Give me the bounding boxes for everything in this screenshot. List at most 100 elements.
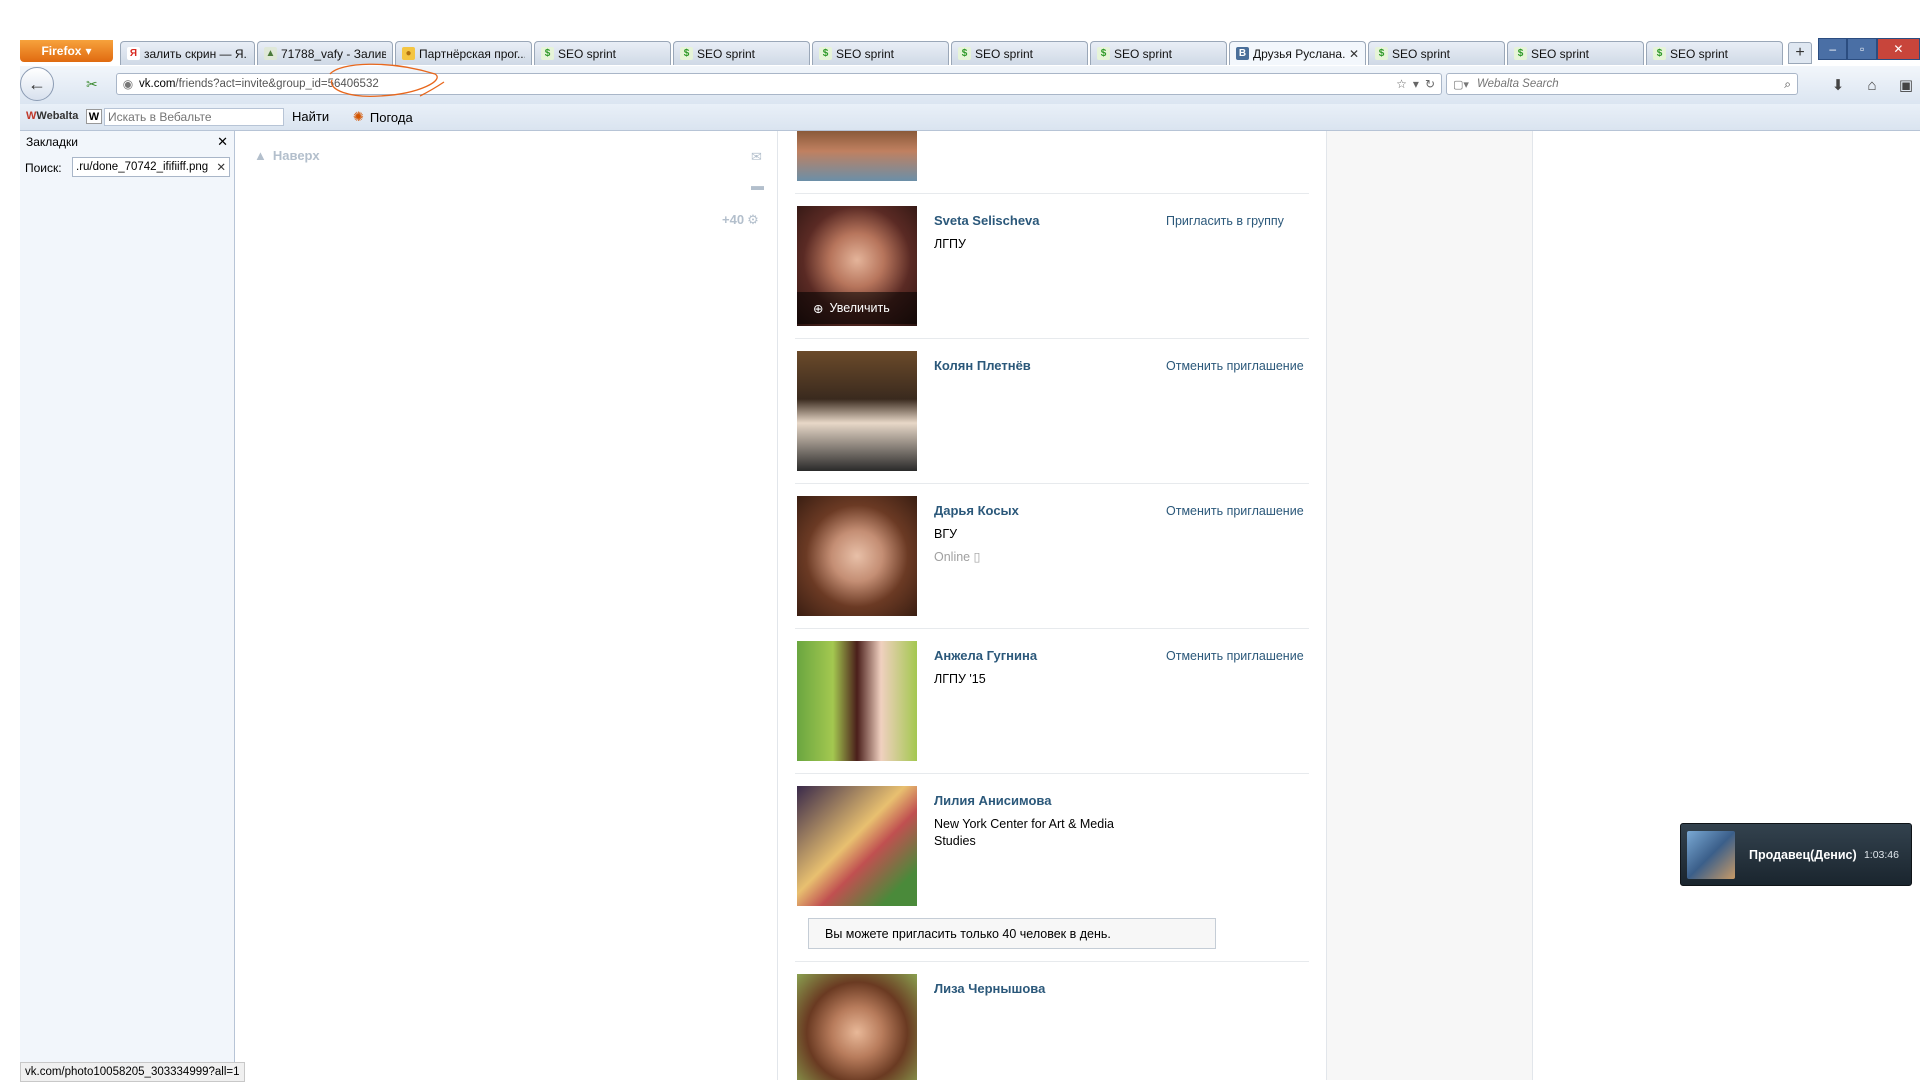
bookmarks-menu-icon[interactable]: ▣ bbox=[1896, 75, 1916, 95]
sidebar-search-value: .ru/done_70742_ififiiff.png bbox=[76, 161, 209, 173]
browser-tab[interactable]: $ SEO sprint bbox=[1368, 41, 1505, 65]
friend-photo[interactable] bbox=[797, 786, 917, 906]
chat-contact-name: Продавец(Денис) bbox=[1749, 847, 1857, 862]
seosprint-icon: $ bbox=[1097, 47, 1110, 60]
cancel-invite-link[interactable]: Отменить приглашение bbox=[1166, 503, 1306, 520]
tab-label: SEO sprint bbox=[1114, 46, 1173, 61]
tab-label: SEO sprint bbox=[697, 46, 756, 61]
tab-label: залить скрин — Я... bbox=[144, 46, 248, 61]
seosprint-icon: $ bbox=[1375, 47, 1388, 60]
reload-icon[interactable]: ↻ bbox=[1425, 77, 1435, 91]
zoom-photo-button[interactable]: ⊕ Увеличить bbox=[797, 292, 917, 324]
search-engine-icon[interactable]: ▢▾ bbox=[1447, 78, 1475, 91]
content-left-border bbox=[777, 131, 778, 1080]
friend-name[interactable]: Дарья Косых bbox=[934, 503, 1019, 518]
row-divider bbox=[795, 338, 1309, 339]
browser-tab[interactable]: $ SEO sprint bbox=[951, 41, 1088, 65]
seosprint-icon: $ bbox=[1653, 47, 1666, 60]
bookmarks-sidebar bbox=[20, 131, 235, 1080]
image-icon: ▲ bbox=[264, 47, 277, 60]
globe-icon: ◉ bbox=[122, 77, 134, 91]
close-tab-icon[interactable]: ✕ bbox=[1349, 47, 1359, 61]
cancel-invite-link[interactable]: Отменить приглашение bbox=[1166, 648, 1306, 665]
webalta-logo-text: Webalta bbox=[36, 110, 79, 122]
browser-tab[interactable]: $ SEO sprint bbox=[1090, 41, 1227, 65]
avatar bbox=[1687, 830, 1735, 879]
tab-label: SEO sprint bbox=[1670, 46, 1729, 61]
friend-name[interactable]: Лилия Анисимова bbox=[934, 793, 1051, 808]
vk-icon: В bbox=[1236, 47, 1249, 60]
friend-photo[interactable] bbox=[797, 641, 917, 761]
sidebar-search-label: Поиск: bbox=[25, 161, 62, 175]
firefox-menu-button[interactable]: Firefox ▾ bbox=[20, 40, 113, 62]
seosprint-icon: $ bbox=[680, 47, 693, 60]
cancel-invite-link[interactable]: Отменить приглашение bbox=[1166, 358, 1306, 375]
friend-name[interactable]: Анжела Гугнина bbox=[934, 648, 1037, 663]
home-icon[interactable]: ⌂ bbox=[1862, 75, 1882, 95]
browser-tab[interactable]: $ SEO sprint bbox=[1507, 41, 1644, 65]
annotation-scribble bbox=[329, 63, 445, 97]
webalta-w-icon: W bbox=[86, 109, 102, 124]
webalta-search-input[interactable] bbox=[104, 108, 284, 126]
minimize-icon[interactable]: – bbox=[1818, 38, 1848, 60]
browser-tab[interactable]: В Друзья Руслана... ✕ bbox=[1229, 41, 1366, 65]
online-label: Online bbox=[934, 550, 971, 564]
browser-tab[interactable]: $ SEO sprint bbox=[534, 41, 671, 65]
friend-name[interactable]: Колян Плетнёв bbox=[934, 358, 1031, 373]
friend-photo[interactable] bbox=[797, 351, 917, 471]
scroll-to-top-label: Наверх bbox=[272, 148, 320, 163]
close-window-icon[interactable]: ✕ bbox=[1876, 38, 1920, 60]
chevron-down-icon[interactable]: ▾ bbox=[1413, 77, 1419, 91]
new-tab-button[interactable]: + bbox=[1788, 42, 1812, 64]
scroll-to-top-button[interactable]: ▲ Наверх bbox=[254, 148, 320, 163]
friend-photo[interactable] bbox=[797, 496, 917, 616]
download-icon[interactable]: ⬇ bbox=[1828, 75, 1848, 95]
friend-name[interactable]: Sveta Selischeva bbox=[934, 213, 1040, 228]
browser-tab[interactable]: $ SEO sprint bbox=[673, 41, 810, 65]
friend-university: New York Center for Art & Media Studies bbox=[934, 817, 1114, 848]
friend-name[interactable]: Лиза Чернышова bbox=[934, 981, 1045, 996]
bookmark-star-icon[interactable]: ☆ bbox=[1396, 77, 1407, 91]
url-bar[interactable]: ◉ vk.com/friends?act=invite&group_id=564… bbox=[116, 73, 1442, 95]
mail-icon[interactable]: ✉ bbox=[751, 149, 762, 165]
tab-label: Друзья Руслана... bbox=[1253, 46, 1345, 61]
friend-university: ВГУ bbox=[934, 527, 958, 541]
search-input[interactable] bbox=[1475, 77, 1769, 91]
seosprint-icon: $ bbox=[819, 47, 832, 60]
yandex-icon: Я bbox=[127, 47, 140, 60]
row-divider bbox=[795, 483, 1309, 484]
window-controls: – ▫ ✕ bbox=[1818, 38, 1920, 60]
browser-tab[interactable]: $ SEO sprint bbox=[812, 41, 949, 65]
tab-label: SEO sprint bbox=[836, 46, 895, 61]
invite-to-group-link[interactable]: Пригласить в группу bbox=[1166, 213, 1306, 230]
browser-tab[interactable]: Язалить скрин — Я... bbox=[120, 41, 255, 65]
chat-icon[interactable]: ▬ bbox=[751, 178, 764, 193]
url-domain: vk.com bbox=[139, 78, 176, 90]
search-icon[interactable]: ⌕ bbox=[1784, 77, 1797, 92]
seosprint-icon: $ bbox=[541, 47, 554, 60]
browser-tab[interactable]: $ SEO sprint bbox=[1646, 41, 1783, 65]
clear-search-icon[interactable]: ✕ bbox=[216, 160, 229, 174]
webalta-logo[interactable]: WWebalta bbox=[26, 110, 78, 122]
right-column bbox=[1327, 131, 1533, 1080]
invite-limit-notice: Вы можете пригласить только 40 человек в… bbox=[808, 918, 1216, 949]
zoom-label: Увеличить bbox=[829, 301, 890, 315]
notifications-counter[interactable]: +40 ⚙ bbox=[722, 212, 759, 228]
tab-label: SEO sprint bbox=[975, 46, 1034, 61]
friend-photo[interactable] bbox=[797, 974, 917, 1080]
sidebar-title: Закладки bbox=[26, 135, 78, 149]
tab-label: SEO sprint bbox=[1531, 46, 1590, 61]
search-bar[interactable]: ▢▾ ⌕ bbox=[1446, 73, 1798, 95]
back-button[interactable]: ← bbox=[20, 67, 54, 101]
close-sidebar-icon[interactable]: ✕ bbox=[217, 134, 228, 150]
addon-icon[interactable]: ✂ bbox=[86, 76, 102, 92]
seosprint-icon: $ bbox=[1514, 47, 1527, 60]
maximize-icon[interactable]: ▫ bbox=[1847, 38, 1877, 60]
counter-value: +40 bbox=[722, 212, 745, 227]
sidebar-search-input[interactable]: .ru/done_70742_ififiiff.png ✕ bbox=[72, 157, 230, 177]
annotation-stroke bbox=[329, 63, 445, 97]
friend-photo-partial[interactable] bbox=[797, 131, 917, 181]
chat-notification[interactable]: Продавец(Денис) 1:03:46 bbox=[1680, 823, 1912, 886]
mobile-phone-icon: ▯ bbox=[973, 550, 981, 564]
gear-icon: ⚙ bbox=[747, 212, 759, 227]
